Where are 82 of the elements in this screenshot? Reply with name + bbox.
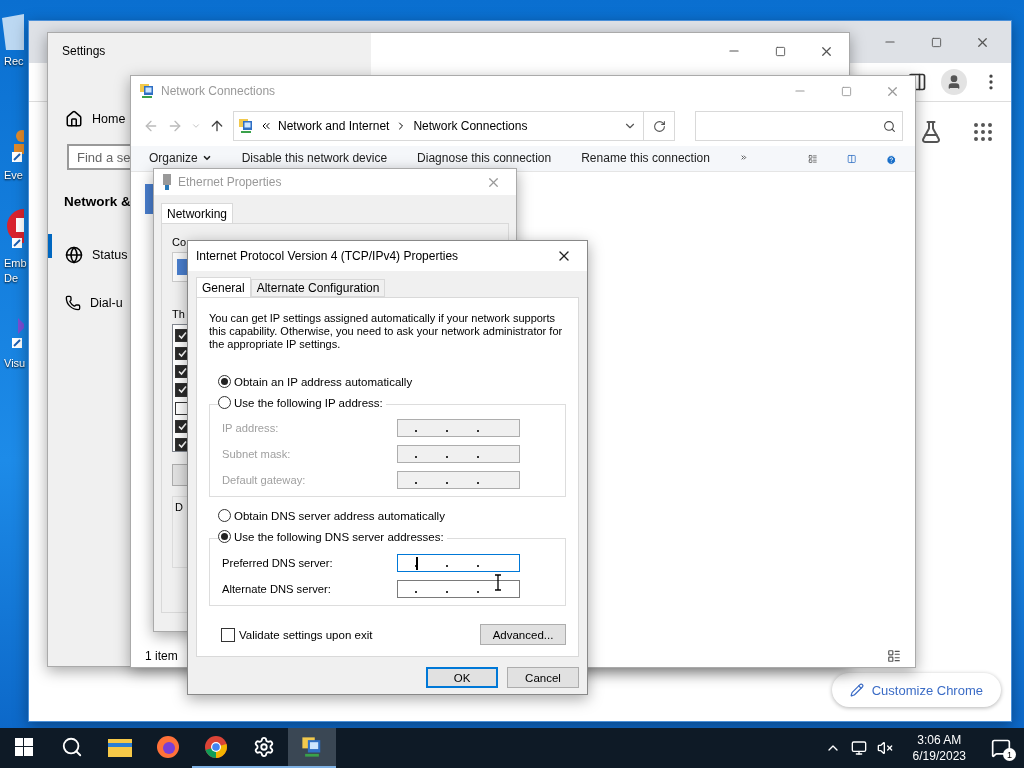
- field-label: Preferred DNS server:: [222, 557, 333, 569]
- windows-icon: [15, 738, 33, 756]
- radio-label[interactable]: Obtain an IP address automatically: [234, 375, 413, 388]
- field-label: IP address:: [222, 422, 279, 434]
- tab[interactable]: General: [196, 277, 251, 298]
- field-label: Default gateway:: [222, 474, 306, 486]
- desktop-icon-label: Visu: [4, 356, 26, 371]
- network-connections-icon: [301, 736, 323, 758]
- refresh-icon[interactable]: [652, 119, 666, 133]
- command-button[interactable]: Organize: [149, 151, 212, 165]
- radio-button[interactable]: [218, 509, 231, 522]
- radio-button[interactable]: [218, 396, 231, 409]
- window-title: Settings: [61, 43, 107, 60]
- radio-button[interactable]: [218, 375, 231, 388]
- details-view-icon[interactable]: [887, 649, 901, 663]
- maximize-icon[interactable]: [774, 45, 786, 57]
- clock[interactable]: 3:06 AM 6/19/2023: [902, 732, 976, 764]
- window-title: Network Connections: [139, 83, 276, 99]
- notification-count: 1: [1003, 748, 1016, 761]
- address-bar[interactable]: Network and Internet Network Connections: [233, 111, 675, 141]
- ethernet-icon: [162, 174, 172, 190]
- field-label: Alternate DNS server:: [222, 583, 331, 595]
- desktop-icon-label: De: [4, 271, 19, 286]
- firefox-icon: [156, 735, 180, 759]
- section-title: Network &: [64, 194, 131, 209]
- ok-button[interactable]: OK: [426, 667, 498, 688]
- ip-address-field[interactable]: [397, 580, 520, 598]
- radio-label[interactable]: Obtain DNS server address automatically: [234, 509, 445, 522]
- advanced-button[interactable]: Advanced...: [480, 624, 566, 645]
- muted-speaker-icon[interactable]: [876, 740, 893, 756]
- command-button[interactable]: Diagnose this connection: [417, 151, 552, 165]
- notification-button[interactable]: 1: [986, 733, 1016, 763]
- chevrons-icon: [260, 120, 272, 132]
- chrome-icon: [204, 735, 228, 759]
- command-button[interactable]: Rename this connection: [581, 151, 710, 165]
- breadcrumb-item[interactable]: Network and Internet: [278, 119, 390, 133]
- cancel-button[interactable]: Cancel: [507, 667, 579, 688]
- maximize-icon[interactable]: [930, 36, 942, 48]
- adapter-icon: [177, 259, 187, 275]
- network-connections-icon: [238, 118, 254, 134]
- search-icon: [883, 119, 896, 133]
- window-title: Ethernet Properties: [162, 174, 282, 190]
- field-label: Th: [172, 308, 185, 320]
- tab[interactable]: Alternate Configuration: [250, 279, 386, 297]
- ip-address-field[interactable]: [397, 554, 520, 572]
- search-field[interactable]: Find a se: [67, 144, 130, 170]
- profile-avatar[interactable]: [941, 69, 967, 95]
- field-label: Co: [172, 236, 187, 248]
- desktop-icon-label: Rec: [4, 54, 24, 69]
- phone-icon: [65, 295, 81, 311]
- radio-label[interactable]: Use the following IP address:: [234, 396, 383, 409]
- description-text: You can get IP settings assigned automatically if your network supports this capability. Otherwise, you need to ask your network administrator for the appropriate IP settings.: [209, 312, 564, 351]
- network-icon[interactable]: [850, 740, 867, 756]
- customize-chrome-button[interactable]: Customize Chrome: [831, 673, 1001, 707]
- nav-item[interactable]: Home: [48, 104, 126, 134]
- checkbox[interactable]: Validate settings upon exit: [221, 627, 373, 642]
- window-title: Internet Protocol Version 4 (TCP/IPv4) Properties: [196, 249, 459, 263]
- globe-icon: [65, 246, 83, 264]
- nav-item[interactable]: Dial-u: [48, 279, 123, 327]
- caret-icon: [201, 153, 212, 163]
- field-label: Subnet mask:: [222, 448, 291, 460]
- group-label: D: [175, 501, 183, 513]
- desktop-icon-label: Emb: [4, 256, 27, 271]
- desktop-icon-label: Eve: [4, 168, 23, 183]
- pencil-icon: [849, 683, 864, 697]
- nav-item[interactable]: Status: [48, 231, 128, 279]
- status-text: 1 item: [145, 649, 178, 663]
- radio-label[interactable]: Use the following DNS server addresses:: [234, 530, 444, 543]
- folder-icon: [108, 737, 132, 757]
- tab[interactable]: Networking: [161, 203, 234, 224]
- flask-icon[interactable]: [919, 120, 943, 144]
- command-button[interactable]: Disable this network device: [241, 151, 388, 165]
- breadcrumb-item[interactable]: Network Connections: [413, 119, 528, 133]
- home-icon: [65, 110, 83, 128]
- search-icon: [61, 736, 83, 758]
- settings-icon: [253, 736, 275, 758]
- apps-grid-icon[interactable]: [971, 120, 995, 144]
- radio-button[interactable]: [218, 530, 231, 543]
- network-connections-icon: [139, 83, 155, 99]
- taskbar-button[interactable]: [288, 728, 336, 768]
- up-icon[interactable]: [209, 118, 225, 134]
- text-cursor-icon: [494, 574, 502, 591]
